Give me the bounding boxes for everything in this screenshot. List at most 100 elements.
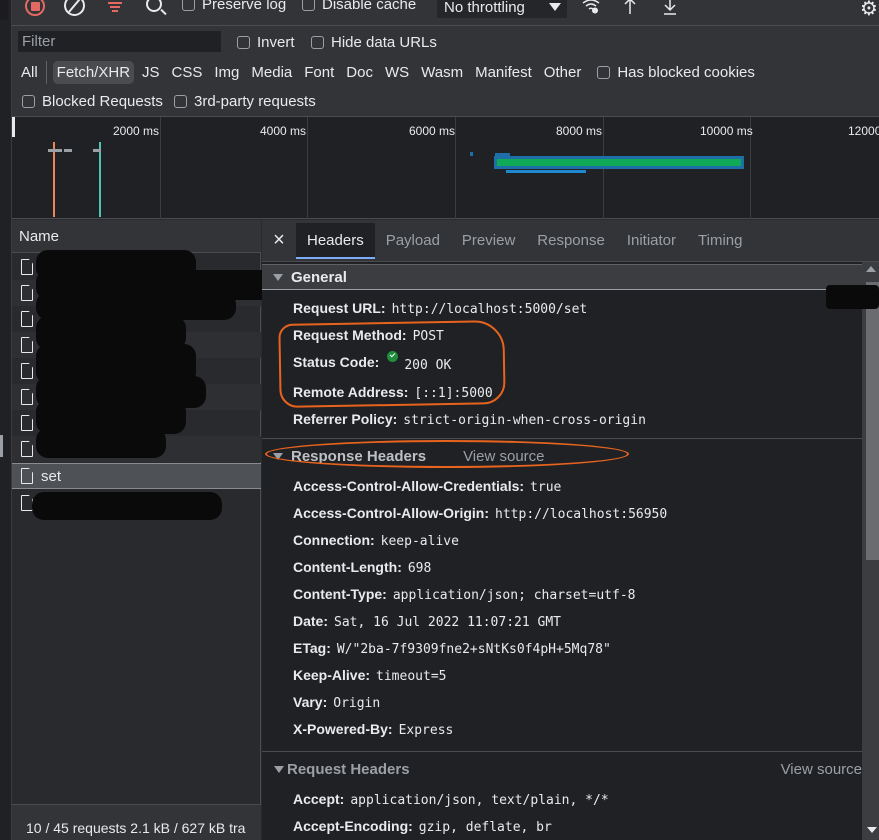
header-key: Content-Type:	[293, 586, 387, 602]
file-icon	[21, 285, 33, 301]
type-filter-fetch-xhr[interactable]: Fetch/XHR	[52, 60, 135, 84]
blocked-requests-label: Blocked Requests	[42, 93, 163, 110]
header-value: Origin	[333, 696, 381, 711]
header-key: Keep-Alive:	[293, 667, 371, 683]
triangle-down-icon	[273, 452, 283, 460]
filter-bar: Invert Hide data URLs All Fetch/XHR JS C…	[12, 26, 879, 116]
checkbox[interactable]	[182, 0, 195, 11]
checkbox[interactable]	[311, 36, 324, 49]
gear-icon[interactable]: ⚙	[860, 0, 878, 21]
section-divider	[262, 751, 862, 752]
checkbox[interactable]	[22, 95, 35, 108]
disable-cache-checkbox[interactable]: Disable cache	[302, 0, 416, 13]
upload-arrow-icon[interactable]	[623, 0, 637, 15]
header-row: Accept-Encoding: gzip, deflate, br	[293, 818, 552, 835]
header-row: Content-Type: application/json; charset=u…	[293, 586, 635, 603]
header-key: Accept-Encoding:	[293, 818, 413, 834]
invert-checkbox[interactable]: Invert	[237, 34, 295, 51]
request-headers-section-header[interactable]: Request Headers View source	[262, 756, 862, 782]
filter-input[interactable]	[18, 31, 221, 52]
throttling-value: No throttling	[444, 0, 525, 16]
section-divider	[262, 438, 862, 439]
has-blocked-cookies-checkbox[interactable]: Has blocked cookies	[597, 64, 755, 81]
detail-tabs: × Headers Payload Preview Response Initi…	[262, 220, 879, 262]
close-icon[interactable]: ×	[262, 229, 296, 252]
type-filter-font[interactable]: Font	[300, 61, 338, 84]
checkbox[interactable]	[174, 95, 187, 108]
type-filter-css[interactable]: CSS	[168, 61, 207, 84]
header-row: Vary: Origin	[293, 694, 380, 711]
overview-left-handle[interactable]	[12, 117, 15, 137]
header-row: Remote Address: [::1]:5000	[293, 384, 493, 401]
header-row: Access-Control-Allow-Origin: http://local…	[293, 505, 667, 522]
type-filter-ws[interactable]: WS	[381, 61, 413, 84]
filter-icon[interactable]	[108, 2, 122, 12]
header-value: [::1]:5000	[414, 386, 493, 401]
triangle-down-icon	[273, 273, 283, 281]
request-bar	[64, 149, 72, 152]
general-section-header[interactable]: General	[262, 264, 862, 290]
header-value: application/json, text/plain, */*	[350, 793, 609, 808]
resize-handle[interactable]	[0, 435, 3, 457]
header-row: ETag: W/"2ba-7f9309fne2+sNtKs0f4pH+5Mq78"	[293, 640, 611, 657]
file-icon	[21, 389, 33, 405]
type-filter-img[interactable]: Img	[210, 61, 243, 84]
file-icon	[21, 363, 33, 379]
request-bar	[506, 170, 586, 173]
blocked-requests-checkbox[interactable]: Blocked Requests	[22, 93, 163, 110]
tick-label: 12000	[848, 124, 879, 138]
scroll-thumb[interactable]	[866, 282, 879, 560]
hide-data-urls-checkbox[interactable]: Hide data URLs	[311, 34, 437, 51]
network-overview-timeline[interactable]: 2000 ms 4000 ms 6000 ms 8000 ms 10000 ms…	[12, 116, 879, 219]
type-filter-manifest[interactable]: Manifest	[471, 61, 536, 84]
throttling-select[interactable]: No throttling	[437, 0, 567, 18]
clear-icon[interactable]	[64, 0, 85, 16]
column-header-name[interactable]: Name	[12, 220, 261, 253]
check-circle-icon	[387, 351, 399, 362]
scroll-down-arrow-icon[interactable]	[867, 827, 877, 833]
tab-initiator[interactable]: Initiator	[616, 223, 687, 259]
header-row: Accept: application/json, text/plain, */*	[293, 791, 609, 808]
header-value: gzip, deflate, br	[418, 820, 552, 835]
detail-scrollbar[interactable]	[862, 262, 879, 840]
tab-timing[interactable]: Timing	[687, 223, 753, 259]
checkbox[interactable]	[597, 65, 611, 79]
view-source-link[interactable]: View source	[463, 448, 544, 465]
tab-response[interactable]: Response	[526, 223, 616, 259]
redaction	[36, 428, 166, 458]
header-key: Content-Length:	[293, 559, 402, 575]
checkbox[interactable]	[237, 36, 250, 49]
header-key: X-Powered-By:	[293, 721, 393, 737]
header-row: Access-Control-Allow-Credentials: true	[293, 478, 561, 495]
checkbox[interactable]	[302, 0, 315, 11]
request-detail-panel: × Headers Payload Preview Response Initi…	[262, 220, 879, 840]
tab-headers[interactable]: Headers	[296, 222, 375, 259]
header-value: POST	[412, 329, 444, 344]
header-value: W/"2ba-7f9309fne2+sNtKs0f4pH+5Mq78"	[336, 642, 611, 657]
header-row: Content-Length: 698	[293, 559, 431, 576]
request-bar	[48, 149, 62, 152]
type-filter-wasm[interactable]: Wasm	[417, 61, 467, 84]
wifi-gear-icon[interactable]	[582, 0, 600, 14]
request-row-selected[interactable]: set	[12, 463, 261, 489]
response-headers-section-header[interactable]: Response Headers View source	[262, 443, 862, 469]
header-value: keep-alive	[380, 534, 459, 549]
search-icon[interactable]	[146, 0, 162, 12]
tab-payload[interactable]: Payload	[375, 223, 451, 259]
devtools-edge	[0, 0, 12, 840]
header-key: Accept:	[293, 791, 345, 807]
type-filter-doc[interactable]: Doc	[342, 61, 377, 84]
tick-label: 10000 ms	[700, 124, 753, 138]
tab-preview[interactable]: Preview	[451, 223, 526, 259]
edge-shade	[0, 0, 8, 20]
record-stop-icon[interactable]	[25, 0, 45, 16]
type-filter-js[interactable]: JS	[138, 61, 164, 84]
download-arrow-icon[interactable]	[663, 0, 677, 15]
type-filter-media[interactable]: Media	[247, 61, 296, 84]
preserve-log-checkbox[interactable]: Preserve log	[182, 0, 286, 13]
scroll-up-arrow-icon[interactable]	[866, 266, 876, 272]
view-source-link[interactable]: View source	[781, 761, 862, 778]
third-party-requests-checkbox[interactable]: 3rd-party requests	[174, 93, 316, 110]
type-filter-other[interactable]: Other	[540, 61, 586, 84]
type-filter-all[interactable]: All	[17, 60, 47, 84]
